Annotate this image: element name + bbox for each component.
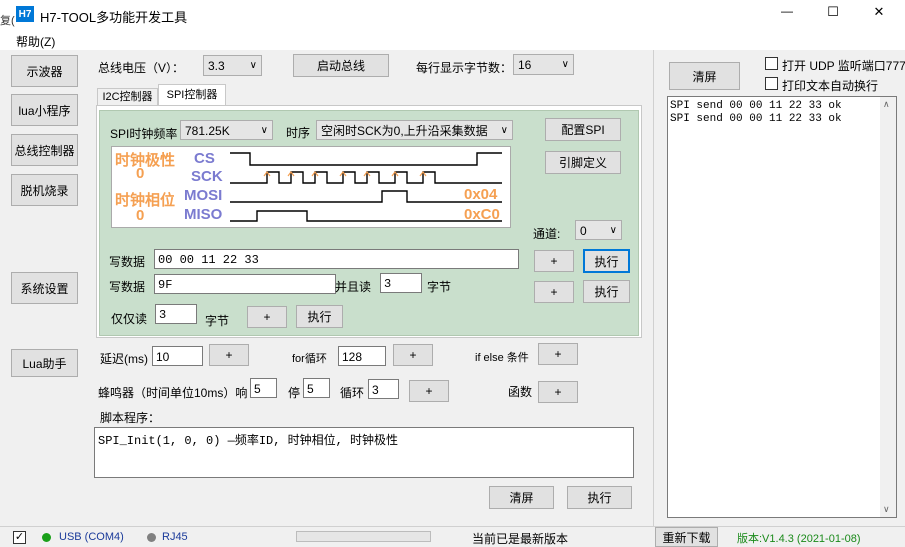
- sidebar-item-offline-burn[interactable]: 脱机烧录: [11, 174, 78, 206]
- for-loop-label: for循环: [292, 353, 327, 365]
- progress-bar: [296, 531, 431, 542]
- menu-help[interactable]: 帮助(Z): [16, 33, 55, 50]
- chevron-down-icon: ∨: [249, 60, 257, 71]
- redownload-button[interactable]: 重新下载: [655, 527, 718, 547]
- sidebar-item-oscilloscope[interactable]: 示波器: [11, 55, 78, 87]
- log-clear-button[interactable]: 清屏: [669, 62, 740, 90]
- write1-input[interactable]: 00 00 11 22 33: [154, 249, 519, 269]
- scroll-down-icon[interactable]: ∨: [883, 504, 890, 515]
- sidebar-item-lua-helper[interactable]: Lua助手: [11, 349, 78, 377]
- channel-select[interactable]: 0 ∨: [575, 220, 622, 240]
- delay-label: 延迟(ms): [100, 352, 148, 366]
- bytes-per-line-label: 每行显示字节数：: [416, 61, 513, 75]
- pin-definition-button[interactable]: 引脚定义: [545, 151, 621, 174]
- voltage-label: 总线电压（V）：: [98, 61, 185, 75]
- write2-input[interactable]: 9F: [154, 274, 336, 294]
- chevron-down-icon: ∨: [561, 59, 569, 70]
- app-icon: H7: [16, 6, 34, 22]
- log-line: SPI send 00 00 11 22 33 ok: [670, 113, 842, 125]
- for-loop-add-button[interactable]: +: [393, 344, 433, 366]
- voltage-select[interactable]: 3.3 ∨: [203, 55, 262, 76]
- tab-spi[interactable]: SPI控制器: [158, 84, 226, 106]
- udp-listen-label: 打开 UDP 监听端口777: [782, 59, 905, 73]
- buzzer-stop-input[interactable]: 5: [303, 378, 330, 398]
- tab-i2c[interactable]: I2C控制器: [97, 88, 158, 106]
- udp-listen-checkbox[interactable]: [765, 57, 778, 70]
- delay-input[interactable]: 10: [152, 346, 203, 366]
- script-run-button[interactable]: 执行: [567, 486, 632, 509]
- log-output[interactable]: SPI send 00 00 11 22 33 ok SPI send 00 0…: [667, 96, 897, 518]
- sidebar-item-bus-controller[interactable]: 总线控制器: [11, 134, 78, 166]
- delay-add-button[interactable]: +: [209, 344, 249, 366]
- minimize-button[interactable]: —: [764, 4, 810, 26]
- if-else-add-button[interactable]: +: [538, 343, 578, 365]
- buzzer-loop-input[interactable]: 3: [368, 379, 399, 399]
- sidebar-item-lua-app[interactable]: lua小程序: [11, 94, 78, 126]
- chevron-down-icon: ∨: [609, 225, 617, 236]
- status-bar: ✓ USB (COM4) RJ45 当前已是最新版本 重新下载 版本:V1.4.…: [0, 526, 905, 547]
- if-else-label: if else 条件: [475, 352, 529, 364]
- and-read-input[interactable]: 3: [380, 273, 422, 293]
- spi-timing-select[interactable]: 空闲时SCK为0,上升沿采集数据 ∨: [316, 120, 513, 140]
- buzzer-add-button[interactable]: +: [409, 380, 449, 402]
- and-read-label: 并且读: [335, 280, 372, 294]
- sidebar: 示波器 lua小程序 总线控制器 脱机烧录 系统设置 Lua助手: [0, 50, 88, 526]
- close-button[interactable]: ✕: [856, 4, 902, 26]
- write1-label: 写数据: [109, 255, 146, 269]
- script-editor[interactable]: SPI_Init(1, 0, 0) —频率ID, 时钟相位, 时钟极性: [94, 427, 634, 478]
- buzzer-stop-label: 停: [288, 386, 301, 400]
- read-only-exec-button[interactable]: 执行: [296, 305, 343, 328]
- read-only-add-button[interactable]: +: [247, 306, 287, 328]
- chevron-down-icon: ∨: [260, 125, 268, 136]
- channel-label: 通道:: [533, 227, 561, 241]
- waveform-graphic: [230, 152, 502, 222]
- start-bus-button[interactable]: 启动总线: [293, 54, 389, 77]
- buzzer-label: 蜂鸣器（时间单位10ms）响: [98, 386, 248, 400]
- write2-label: 写数据: [109, 280, 146, 294]
- and-read-unit: 字节: [427, 280, 452, 294]
- log-scrollbar[interactable]: ∧ ∨: [880, 97, 896, 517]
- maximize-button[interactable]: ☐: [810, 4, 856, 26]
- chevron-down-icon: ∨: [500, 125, 508, 136]
- version-label: 版本:V1.4.3 (2021-01-08): [737, 533, 861, 545]
- spi-freq-select[interactable]: 781.25K ∨: [180, 120, 273, 140]
- script-program-label: 脚本程序：: [100, 411, 161, 425]
- read-only-label: 仅仅读: [111, 312, 148, 326]
- spi-timing-diagram: 时钟极性 0 时钟相位 0 CS SCK MOSI MISO 0x04 0xC0: [111, 146, 511, 228]
- scroll-up-icon[interactable]: ∧: [883, 99, 890, 110]
- buzzer-loop-label: 循环: [340, 386, 365, 400]
- config-spi-button[interactable]: 配置SPI: [545, 118, 621, 141]
- write2-add-button[interactable]: +: [534, 281, 574, 303]
- left-edge-fragment: 复(: [0, 15, 15, 27]
- function-add-button[interactable]: +: [538, 381, 578, 403]
- buzzer-on-input[interactable]: 5: [250, 378, 277, 398]
- for-loop-input[interactable]: 128: [338, 346, 386, 366]
- usb-status-label: USB (COM4): [59, 531, 124, 543]
- auto-wrap-checkbox[interactable]: [765, 77, 778, 90]
- log-line: SPI send 00 00 11 22 33 ok: [670, 100, 842, 112]
- right-divider: [653, 50, 654, 526]
- spi-freq-label: SPI时钟频率: [110, 127, 178, 141]
- window-title: H7-TOOL多功能开发工具: [40, 10, 188, 25]
- write2-exec-button[interactable]: 执行: [583, 280, 630, 303]
- sidebar-item-system-settings[interactable]: 系统设置: [11, 272, 78, 304]
- update-status-label: 当前已是最新版本: [472, 532, 569, 546]
- function-label: 函数: [508, 385, 533, 399]
- bytes-per-line-select[interactable]: 16 ∨: [513, 54, 574, 75]
- auto-wrap-label: 打印文本自动换行: [782, 79, 879, 93]
- title-bar: H7 H7-TOOL多功能开发工具 — ☐ ✕: [0, 0, 905, 30]
- read-only-unit: 字节: [205, 314, 230, 328]
- spi-timing-label: 时序: [286, 126, 311, 140]
- status-checkbox[interactable]: ✓: [13, 531, 26, 544]
- read-only-input[interactable]: 3: [155, 304, 197, 324]
- menu-bar: 帮助(Z): [0, 30, 905, 50]
- usb-status-dot: [42, 533, 51, 542]
- write1-exec-button[interactable]: 执行: [583, 249, 630, 273]
- write1-add-button[interactable]: +: [534, 250, 574, 272]
- script-clear-button[interactable]: 清屏: [489, 486, 554, 509]
- rj45-status-label: RJ45: [162, 531, 188, 543]
- rj45-status-dot: [147, 533, 156, 542]
